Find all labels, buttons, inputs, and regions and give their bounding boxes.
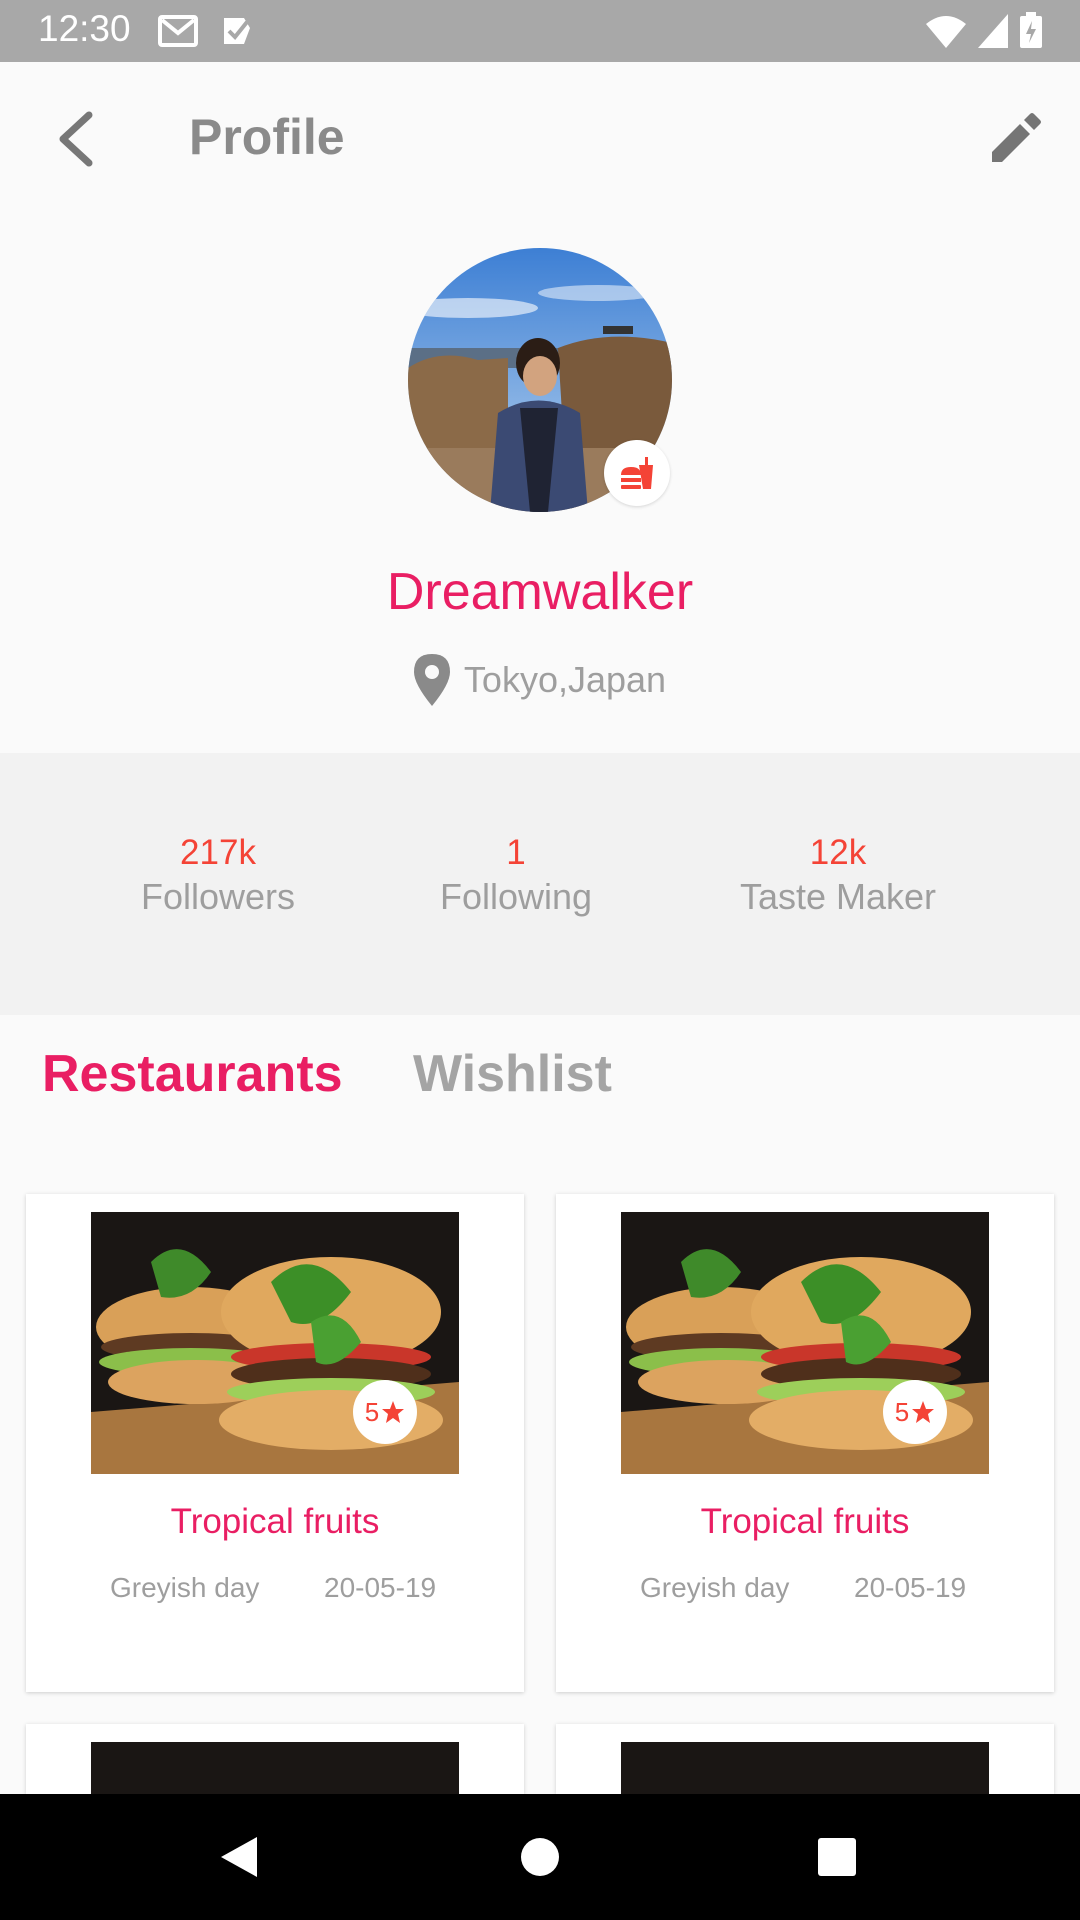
profile-name: Dreamwalker <box>386 563 694 621</box>
fastfood-icon <box>621 457 653 489</box>
arrow-back-icon <box>59 111 93 167</box>
stat-following[interactable]: 1 Following <box>366 831 666 919</box>
nav-recents-button[interactable] <box>802 1822 872 1892</box>
wifi-icon <box>926 16 966 48</box>
rating-badge: 5 <box>353 1380 417 1444</box>
rating-value: 5 <box>364 1396 380 1427</box>
edit-button[interactable] <box>980 102 1052 174</box>
stat-value: 12k <box>809 833 867 872</box>
stat-label: Followers <box>140 876 296 917</box>
stat-taste-maker[interactable]: 12k Taste Maker <box>688 831 988 919</box>
nav-home-icon <box>521 1838 559 1876</box>
gmail-icon <box>158 15 198 47</box>
card-subtitle: Greyish day <box>640 1572 790 1603</box>
system-nav-bar <box>0 1794 1080 1920</box>
stat-value: 217k <box>180 833 256 872</box>
back-button[interactable] <box>40 104 110 174</box>
status-bar: 12:30 <box>0 0 1080 62</box>
location-text: Tokyo,Japan <box>463 659 667 700</box>
fastfood-badge <box>604 440 670 506</box>
restaurant-card-partial[interactable] <box>556 1724 1054 1794</box>
avatar-container[interactable] <box>408 248 672 512</box>
location-pin-icon <box>413 654 450 706</box>
nav-home-button[interactable] <box>505 1822 575 1892</box>
nav-recents-icon <box>818 1838 856 1876</box>
signal-icon <box>978 14 1008 48</box>
stat-label: Taste Maker <box>739 876 937 917</box>
card-date: 20-05-19 <box>324 1572 437 1603</box>
card-date: 20-05-19 <box>854 1572 967 1603</box>
tab-wishlist[interactable]: Wishlist <box>413 1044 612 1104</box>
stat-value: 1 <box>506 833 526 872</box>
status-time: 12:30 <box>38 8 131 49</box>
card-image <box>91 1742 459 1794</box>
card-subtitle: Greyish day <box>110 1572 260 1603</box>
nav-back-icon <box>221 1837 257 1877</box>
stat-label: Following <box>439 876 593 917</box>
star-icon <box>382 1401 405 1423</box>
page-title: Profile <box>189 109 345 165</box>
rating-value: 5 <box>894 1396 910 1427</box>
nav-back-button[interactable] <box>204 1822 274 1892</box>
location: Tokyo,Japan <box>0 654 1080 706</box>
battery-icon <box>1020 12 1042 48</box>
stats-panel: 217k Followers 1 Following 12k Taste Mak… <box>0 753 1080 1015</box>
card-title: Tropical fruits <box>170 1502 380 1541</box>
rating-badge: 5 <box>883 1380 947 1444</box>
card-image: 5 <box>621 1212 989 1474</box>
restaurant-card[interactable]: 5 Tropical fruits Greyish day 20-05-19 <box>26 1194 524 1692</box>
card-title: Tropical fruits <box>700 1502 910 1541</box>
restaurant-card[interactable]: 5 Tropical fruits Greyish day 20-05-19 <box>556 1194 1054 1692</box>
tasks-icon <box>224 18 250 44</box>
pencil-icon <box>992 113 1041 162</box>
restaurant-card-partial[interactable] <box>26 1724 524 1794</box>
tab-restaurants[interactable]: Restaurants <box>42 1044 343 1104</box>
card-image <box>621 1742 989 1794</box>
stat-followers[interactable]: 217k Followers <box>68 831 368 919</box>
star-icon <box>912 1401 935 1423</box>
app-bar: Profile <box>0 62 1080 212</box>
card-image: 5 <box>91 1212 459 1474</box>
